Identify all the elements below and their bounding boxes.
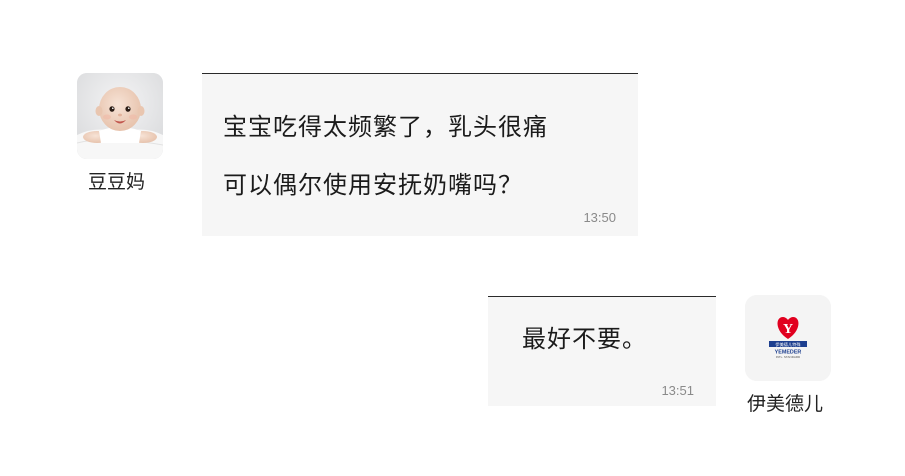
message-timestamp: 13:50 (583, 210, 616, 225)
message-text: 最好不要。 (522, 325, 647, 353)
sender-avatar-baby[interactable] (77, 73, 163, 159)
outgoing-message-bubble[interactable]: 最好不要。 13:51 (488, 296, 716, 406)
sender-name: 豆豆妈 (88, 171, 146, 193)
logo-banner-text: 伊美德儿特殊 (775, 341, 801, 348)
baby-photo-icon (77, 73, 163, 159)
responder-avatar-logo[interactable]: Y 伊美德儿特殊 YEMEDER INTL. STANDARD (745, 295, 831, 381)
logo-subtitle: INTL. STANDARD (776, 355, 801, 359)
message-timestamp: 13:51 (661, 383, 694, 398)
message-text: 宝宝吃得太频繁了，乳头很痛 可以偶尔使用安抚奶嘴吗？ (223, 113, 548, 199)
responder-name: 伊美德儿 (747, 393, 824, 415)
yemeder-logo-icon: Y 伊美德儿特殊 YEMEDER INTL. STANDARD (745, 295, 831, 381)
incoming-message-bubble[interactable]: 宝宝吃得太频繁了，乳头很痛 可以偶尔使用安抚奶嘴吗？ 13:50 (202, 73, 638, 236)
logo-letter: Y (783, 322, 793, 337)
